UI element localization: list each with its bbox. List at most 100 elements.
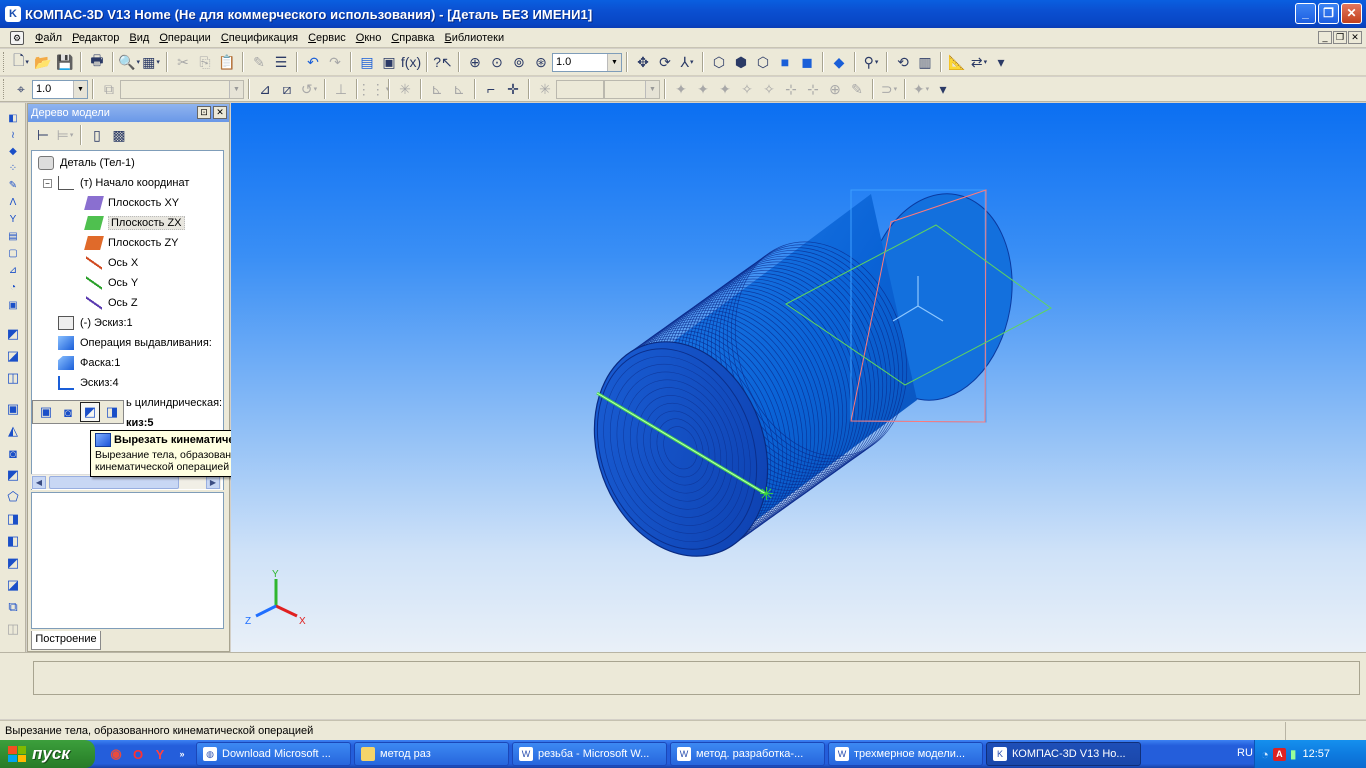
scroll-left-icon[interactable]: ◀ <box>32 476 46 489</box>
cursor-step-icon[interactable]: ⌖ <box>11 79 31 99</box>
menu-view[interactable]: Вид <box>124 32 154 44</box>
chrome-icon[interactable]: ◉ <box>105 743 127 765</box>
snap-tool-4-icon[interactable]: ✧ <box>737 79 757 99</box>
open-folder-icon[interactable]: 📂 <box>33 52 53 72</box>
doc-minimize-button[interactable]: _ <box>1318 31 1332 44</box>
menu-file[interactable]: Файл <box>30 32 67 44</box>
tree-node-axis-y[interactable]: Ось Y <box>86 274 138 292</box>
undo-icon[interactable]: ↶ <box>303 52 323 72</box>
help-tray-icon[interactable]: ◔ <box>1261 747 1269 762</box>
snap-icon[interactable]: ⊥ <box>331 79 351 99</box>
surfaces-panel-icon[interactable]: ▢ <box>4 246 22 260</box>
pan-icon[interactable]: ✥ <box>633 52 653 72</box>
tree-node-cylindrical-helix[interactable]: ь цилиндрическая: <box>126 394 222 412</box>
tree-node-plane-zy[interactable]: Плоскость ZY <box>84 234 179 252</box>
cut-rotate-flyout-icon[interactable]: ◙ <box>58 402 78 422</box>
toolbar2-overflow-icon[interactable]: ▾ <box>933 79 953 99</box>
zoom-combo[interactable]: 1.0 ▼ <box>552 52 622 72</box>
panel-close-icon[interactable]: ✕ <box>213 106 227 119</box>
measure-icon[interactable]: 📐 <box>947 52 967 72</box>
pin-icon[interactable]: ⊡ <box>197 106 211 119</box>
restore-button[interactable]: ❐ <box>1318 3 1339 24</box>
constraints-panel-icon[interactable]: ✎ <box>4 178 22 192</box>
selection-panel-icon[interactable]: Y <box>4 212 22 226</box>
orientation-icon[interactable]: ⅄ ▾ <box>677 52 697 72</box>
snap-tool-3-icon[interactable]: ✦ <box>715 79 735 99</box>
scroll-thumb[interactable] <box>49 476 179 489</box>
snap-points-icon[interactable]: ✛ <box>503 79 523 99</box>
task-folder-metod[interactable]: метод раз <box>354 742 509 766</box>
tree-node-plane-xy[interactable]: Плоскость XY <box>84 194 179 212</box>
menu-libraries[interactable]: Библиотеки <box>440 32 510 44</box>
doc-restore-button[interactable]: ❐ <box>1333 31 1347 44</box>
extrude-icon[interactable]: ◩ <box>4 325 22 343</box>
kompas-app-icon[interactable]: K <box>5 6 21 22</box>
tree-node-chamfer[interactable]: Фаска:1 <box>58 354 120 372</box>
editing-panel-icon[interactable]: ◧ <box>4 111 22 125</box>
edit-icon[interactable]: ↺ ▾ <box>299 79 319 99</box>
tree-node-part[interactable]: Деталь (Тел-1) <box>38 154 135 172</box>
task-download-microsoft[interactable]: ◍ Download Microsoft ... <box>196 742 351 766</box>
dimensions-panel-icon[interactable]: ⊿ <box>4 263 22 277</box>
model-viewport[interactable]: ✳ Y X Z <box>231 103 1366 652</box>
chevron-down-icon[interactable]: ▼ <box>607 53 621 71</box>
quicklaunch-expand-icon[interactable]: » <box>171 743 193 765</box>
tree-node-sketch-4[interactable]: Эскиз:4 <box>58 374 119 392</box>
tree-node-sketch-1[interactable]: (-) Эскиз:1 <box>58 314 133 332</box>
save-icon[interactable]: 💾 <box>55 52 75 72</box>
tab-construction[interactable]: Построение <box>31 631 101 650</box>
doc-close-button[interactable]: ✕ <box>1348 31 1362 44</box>
hole-icon[interactable]: ◙ <box>4 444 22 462</box>
local-cs-icon[interactable]: ✳ <box>395 79 415 99</box>
network-icon[interactable]: ▮ <box>1290 747 1297 761</box>
clock[interactable]: 12:57 <box>1302 748 1330 760</box>
collapse-toggle[interactable]: − <box>43 179 52 188</box>
cut-rotate-icon[interactable]: ◭ <box>4 422 22 440</box>
array-op-icon[interactable]: ⧉ <box>4 598 22 616</box>
print-icon[interactable]: 🖶 <box>87 52 107 72</box>
snap-tool-2-icon[interactable]: ✦ <box>693 79 713 99</box>
aux-geometry-panel-icon[interactable]: ◆ <box>4 144 22 158</box>
sketch-icon[interactable]: ⊿ <box>255 79 275 99</box>
rotate-icon[interactable]: ⟳ <box>655 52 675 72</box>
cut-loft-flyout-icon[interactable]: ◨ <box>102 402 122 422</box>
thin-lines-icon[interactable]: ⬡ <box>753 52 773 72</box>
cut-kinematic-icon[interactable]: ◩ <box>4 466 22 484</box>
coordinates-icon[interactable]: ✳ <box>535 79 555 99</box>
opera-icon[interactable]: O <box>127 743 149 765</box>
snap-tool-6-icon[interactable]: ⊹ <box>781 79 801 99</box>
magnet-icon[interactable]: ⊃ ▾ <box>879 79 899 99</box>
language-indicator[interactable]: RU <box>1237 747 1253 759</box>
chevron-down-icon[interactable]: ▼ <box>645 80 659 98</box>
minimize-button[interactable]: _ <box>1295 3 1316 24</box>
chevron-down-icon[interactable]: ▼ <box>73 80 87 98</box>
preview-icon[interactable]: 🔍 ▾ <box>118 52 140 72</box>
arrays-panel-icon[interactable]: ⁘ <box>4 161 22 175</box>
help-pointer-icon[interactable]: ?↖ <box>433 52 453 72</box>
snap-tool-8-icon[interactable]: ⊕ <box>825 79 845 99</box>
cut-extrude-icon[interactable]: ▣ <box>4 400 22 418</box>
task-kompas[interactable]: K КОМПАС-3D V13 Ho... <box>986 742 1141 766</box>
chamfer-icon[interactable]: ⬠ <box>4 488 22 506</box>
x-coordinate-field[interactable] <box>556 79 604 99</box>
kinematic-op-icon[interactable]: ◫ <box>4 369 22 387</box>
close-button[interactable]: ✕ <box>1341 3 1362 24</box>
sketch-panel-icon[interactable]: Λ <box>4 195 22 209</box>
sketch-plane-icon[interactable]: ⧄ <box>277 79 297 99</box>
snap-tool-7-icon[interactable]: ⊹ <box>803 79 823 99</box>
grid-icon[interactable]: ⋮⋮ ▾ <box>357 79 390 99</box>
tree-structure-icon[interactable]: ⊢ <box>33 125 53 145</box>
library-icon[interactable]: ▥ <box>915 52 935 72</box>
variables-icon[interactable]: ▣ <box>379 52 399 72</box>
slope-icon[interactable]: ◪ <box>4 576 22 594</box>
menu-specification[interactable]: Спецификация <box>216 32 303 44</box>
scroll-right-icon[interactable]: ▶ <box>206 476 220 489</box>
tree-node-axis-z[interactable]: Ось Z <box>86 294 138 312</box>
document-system-icon[interactable]: ⚙ <box>10 30 24 45</box>
curves-panel-icon[interactable]: ≀ <box>4 128 22 142</box>
snap-tool-1-icon[interactable]: ✦ <box>671 79 691 99</box>
fillet-icon[interactable]: ◨ <box>4 510 22 528</box>
manager-icon[interactable]: ▤ <box>357 52 377 72</box>
menu-operations[interactable]: Операции <box>154 32 215 44</box>
task-word-rezba[interactable]: W резьба - Microsoft W... <box>512 742 667 766</box>
